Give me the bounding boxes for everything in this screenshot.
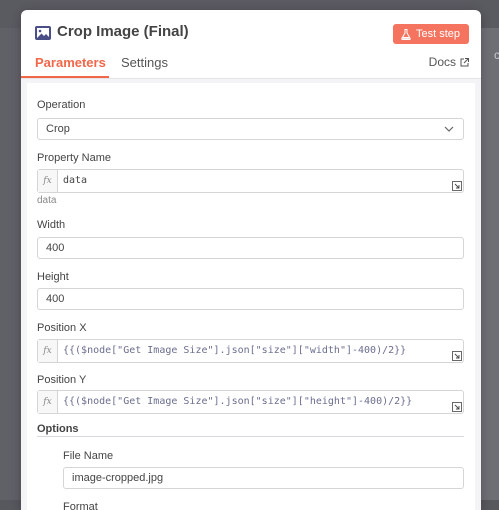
tab-settings[interactable]: Settings	[121, 55, 168, 70]
position-x-input[interactable]: fx {{($node["Get Image Size"].json["size…	[37, 339, 464, 363]
expand-editor-icon[interactable]	[452, 181, 462, 191]
docs-label: Docs	[428, 55, 456, 69]
width-input[interactable]: 400	[37, 237, 464, 259]
tab-parameters[interactable]: Parameters	[35, 55, 106, 70]
property-name-value: data	[63, 175, 88, 186]
position-y-value: {{($node["Get Image Size"].json["size"][…	[63, 396, 413, 407]
expression-fx-icon[interactable]: fx	[38, 340, 58, 362]
format-label: Format	[63, 501, 98, 510]
panel-header: Crop Image (Final) Test step Parameters …	[21, 10, 481, 79]
operation-label: Operation	[37, 99, 86, 111]
property-name-hint: data	[37, 195, 57, 206]
height-label: Height	[37, 271, 69, 283]
flask-icon	[401, 28, 411, 40]
position-x-label: Position X	[37, 322, 87, 334]
file-name-value: image-cropped.jpg	[72, 472, 164, 484]
property-name-input[interactable]: fx data	[37, 169, 464, 193]
height-input[interactable]: 400	[37, 288, 464, 310]
options-divider	[37, 436, 464, 437]
position-y-label: Position Y	[37, 374, 87, 386]
partial-icon: c	[494, 48, 499, 62]
width-value: 400	[46, 242, 65, 254]
panel-tabs: Parameters Settings Docs	[21, 52, 481, 78]
width-label: Width	[37, 219, 66, 231]
position-x-value: {{($node["Get Image Size"].json["size"][…	[63, 345, 407, 356]
operation-select[interactable]: Crop	[37, 118, 464, 140]
node-settings-panel: Crop Image (Final) Test step Parameters …	[21, 10, 481, 510]
right-edge-strip: c	[481, 28, 499, 500]
image-icon	[35, 26, 51, 40]
parameters-content: Operation Crop Property Name fx data dat…	[21, 79, 481, 510]
file-name-input[interactable]: image-cropped.jpg	[63, 467, 464, 489]
file-name-label: File Name	[63, 450, 114, 462]
docs-link[interactable]: Docs	[429, 55, 469, 69]
parameters-form[interactable]: Operation Crop Property Name fx data dat…	[27, 83, 475, 510]
expression-fx-icon[interactable]: fx	[38, 391, 58, 413]
chevron-down-icon	[444, 126, 454, 132]
expand-editor-icon[interactable]	[452, 351, 462, 361]
node-title: Crop Image (Final)	[57, 23, 189, 40]
active-tab-indicator	[21, 76, 109, 78]
options-heading: Options	[37, 423, 79, 435]
external-link-icon	[460, 57, 469, 66]
operation-value: Crop	[46, 123, 70, 135]
expression-fx-icon[interactable]: fx	[38, 170, 58, 192]
test-step-label: Test step	[415, 28, 460, 40]
position-y-input[interactable]: fx {{($node["Get Image Size"].json["size…	[37, 390, 464, 414]
expand-editor-icon[interactable]	[452, 402, 462, 412]
height-value: 400	[46, 293, 65, 305]
test-step-button[interactable]: Test step	[392, 24, 469, 44]
property-name-label: Property Name	[37, 152, 111, 164]
